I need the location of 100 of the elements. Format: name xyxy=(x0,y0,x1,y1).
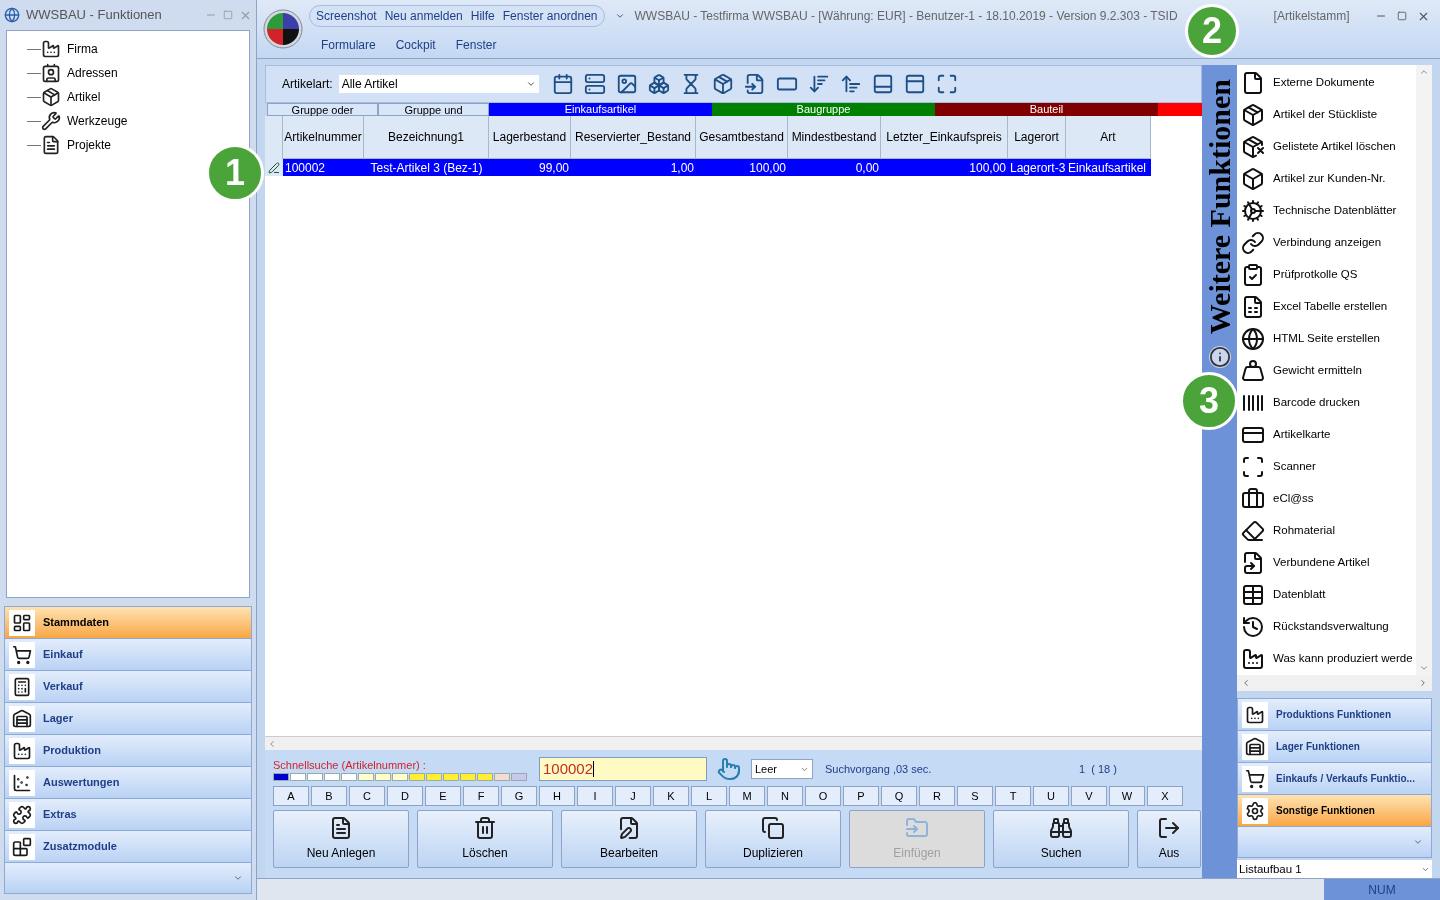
group-button[interactable]: Gruppe oder xyxy=(267,103,378,116)
function-item[interactable]: Artikel der Stückliste xyxy=(1237,99,1416,131)
letter-button[interactable]: J xyxy=(615,786,651,806)
tree-item[interactable]: Projekte xyxy=(67,136,112,154)
letter-button[interactable]: B xyxy=(311,786,347,806)
quick-access-button[interactable]: Hilfe xyxy=(470,7,495,25)
tree-item[interactable]: Werkzeuge xyxy=(67,112,128,130)
letter-button[interactable]: X xyxy=(1147,786,1183,806)
function-item[interactable]: Was kann produziert werde xyxy=(1237,643,1416,675)
letter-button[interactable]: C xyxy=(349,786,385,806)
letter-button[interactable]: G xyxy=(501,786,537,806)
function-item[interactable]: Verbindung anzeigen xyxy=(1237,227,1416,259)
nav-button[interactable]: Zusatzmodule xyxy=(5,831,251,863)
function-item[interactable]: Rückstandsverwaltung xyxy=(1237,611,1416,643)
calendar-icon[interactable] xyxy=(551,73,574,95)
function-item[interactable]: Verbundene Artikel xyxy=(1237,547,1416,579)
app-logo-icon[interactable] xyxy=(263,9,303,49)
column-header[interactable]: Bezeichnung1 xyxy=(364,116,489,159)
letter-button[interactable]: E xyxy=(425,786,461,806)
group-button[interactable]: Gruppe und xyxy=(378,103,489,116)
action-button[interactable]: Suchen xyxy=(993,810,1129,868)
chevron-down-icon[interactable] xyxy=(614,11,625,21)
tree-item[interactable]: Adressen xyxy=(67,64,118,82)
function-item[interactable]: Excel Tabelle erstellen xyxy=(1237,291,1416,323)
function-item[interactable]: Rohmaterial xyxy=(1237,515,1416,547)
nav-button[interactable]: Einkaufs / Verkaufs Funktio... xyxy=(1238,763,1431,796)
maximize-icon[interactable] xyxy=(935,73,958,95)
file-icon[interactable] xyxy=(743,73,766,95)
artikelart-dropdown[interactable]: Alle Artikel xyxy=(338,75,539,93)
function-item[interactable]: Technische Datenblätter xyxy=(1237,195,1416,227)
letter-button[interactable]: D xyxy=(387,786,423,806)
nav-button[interactable]: Stammdaten xyxy=(5,607,251,639)
letter-button[interactable]: P xyxy=(843,786,879,806)
column-header[interactable]: Art xyxy=(1066,116,1151,159)
column-header[interactable]: Reservierter_Bestand xyxy=(571,116,696,159)
letter-button[interactable]: W xyxy=(1109,786,1145,806)
letter-button[interactable]: M xyxy=(729,786,765,806)
function-item[interactable]: HTML Seite erstellen xyxy=(1237,323,1416,355)
letter-button[interactable]: N xyxy=(767,786,803,806)
nav-button[interactable]: Sonstige Funktionen xyxy=(1238,795,1431,828)
scroll-right-icon[interactable] xyxy=(1418,677,1428,688)
boxes-icon[interactable] xyxy=(647,73,670,95)
nav-button[interactable]: Extras xyxy=(5,799,251,831)
nav-button[interactable]: Verkauf xyxy=(5,671,251,703)
panel-top-icon[interactable] xyxy=(903,73,926,95)
nav-button[interactable]: Produktion xyxy=(5,735,251,767)
nav-button[interactable]: Produktions Funktionen xyxy=(1238,699,1431,732)
function-item[interactable]: Gewicht ermitteln xyxy=(1237,355,1416,387)
quick-access-button[interactable]: Screenshot xyxy=(316,7,377,25)
function-item[interactable]: Artikelkarte xyxy=(1237,419,1416,451)
function-item[interactable]: Gelistete Artikel löschen xyxy=(1237,131,1416,163)
chevron-down-icon[interactable] xyxy=(233,873,243,883)
quick-search-field[interactable]: 100002 xyxy=(539,757,707,781)
letter-button[interactable]: U xyxy=(1033,786,1069,806)
layout-dropdown[interactable]: Listaufbau 1 xyxy=(1237,860,1432,878)
column-header[interactable]: Lagerort xyxy=(1008,116,1066,159)
panel-bottom-icon[interactable] xyxy=(871,73,894,95)
function-item[interactable]: Barcode drucken xyxy=(1237,387,1416,419)
package-icon[interactable] xyxy=(711,73,734,95)
nav-button[interactable]: Lager xyxy=(5,703,251,735)
function-item[interactable]: eCl@ss xyxy=(1237,483,1416,515)
letter-button[interactable]: F xyxy=(463,786,499,806)
table-row[interactable]: 100002 Test-Artikel 3 (Bez-1) 99,00 1,00 100,00 0,00 100,00 Lagerort-3 Einkaufsartikel xyxy=(265,159,1151,176)
image-icon[interactable] xyxy=(615,73,638,95)
action-button[interactable]: Löschen xyxy=(417,810,553,868)
letter-button[interactable]: T xyxy=(995,786,1031,806)
action-button[interactable]: Aus xyxy=(1137,810,1201,868)
function-item[interactable]: Externe Dokumente xyxy=(1237,67,1416,99)
nav-button[interactable]: Einkauf xyxy=(5,639,251,671)
info-icon[interactable] xyxy=(1208,346,1231,369)
letter-button[interactable]: I xyxy=(577,786,613,806)
function-item[interactable]: Scanner xyxy=(1237,451,1416,483)
server-icon[interactable] xyxy=(583,73,606,95)
letter-button[interactable]: V xyxy=(1071,786,1107,806)
tree-item[interactable]: Artikel xyxy=(67,88,101,106)
quick-access-button[interactable]: Neu anmelden xyxy=(384,7,463,25)
sort-ascending-icon[interactable] xyxy=(839,73,862,95)
sort-descending-icon[interactable] xyxy=(807,73,830,95)
function-item[interactable]: Datenblatt xyxy=(1237,579,1416,611)
mode-dropdown[interactable]: Leer xyxy=(751,759,813,779)
letter-button[interactable]: Q xyxy=(881,786,917,806)
letter-button[interactable]: O xyxy=(805,786,841,806)
action-button[interactable]: Neu Anlegen xyxy=(273,810,409,868)
pointing-hand-icon[interactable] xyxy=(717,757,741,781)
maximize-icon[interactable] xyxy=(1397,11,1407,21)
function-item[interactable]: Prüfprotkolle QS xyxy=(1237,259,1416,291)
nav-button[interactable]: Lager Funktionen xyxy=(1238,731,1431,764)
column-header[interactable]: Letzter_Einkaufspreis xyxy=(881,116,1008,159)
quick-access-button[interactable]: Fenster anordnen xyxy=(502,7,598,25)
letter-button[interactable]: H xyxy=(539,786,575,806)
function-item[interactable]: Artikel zur Kunden-Nr. xyxy=(1237,163,1416,195)
menu-tab[interactable]: Formulare xyxy=(315,36,382,54)
column-header[interactable]: Gesamtbestand xyxy=(696,116,788,159)
action-button[interactable]: Duplizieren xyxy=(705,810,841,868)
column-header[interactable]: Artikelnummer xyxy=(283,116,364,159)
tree-item[interactable]: Firma xyxy=(67,40,98,58)
column-header[interactable]: Mindestbestand xyxy=(788,116,881,159)
menu-tab[interactable]: Cockpit xyxy=(389,36,442,54)
letter-button[interactable]: K xyxy=(653,786,689,806)
action-button[interactable]: Bearbeiten xyxy=(561,810,697,868)
